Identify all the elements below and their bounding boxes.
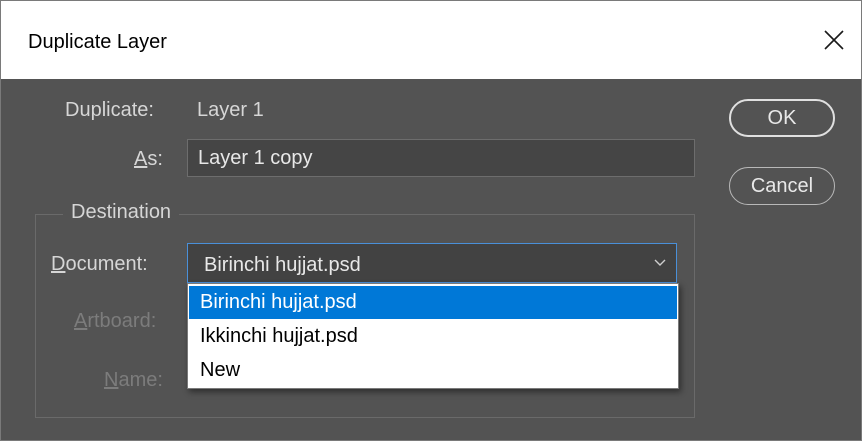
document-option-birinchi[interactable]: Birinchi hujjat.psd (189, 286, 677, 319)
document-option-ikkinchi[interactable]: Ikkinchi hujjat.psd (189, 320, 677, 353)
close-icon (824, 30, 844, 50)
name-label: Name: (104, 369, 163, 391)
close-button[interactable] (811, 17, 857, 63)
dialog-title: Duplicate Layer (28, 31, 167, 53)
document-select[interactable]: Birinchi hujjat.psd (187, 243, 677, 283)
duplicate-label: Duplicate: (65, 99, 154, 121)
duplicate-layer-dialog: Duplicate Layer Duplicate: Layer 1 As: O… (0, 0, 862, 441)
destination-title: Destination (63, 201, 180, 224)
document-select-value: Birinchi hujjat.psd (204, 254, 361, 276)
chevron-down-icon (654, 259, 666, 266)
artboard-label: Artboard: (74, 310, 157, 332)
as-name-input[interactable] (187, 139, 695, 177)
document-label: Document: (51, 253, 148, 275)
document-dropdown-list: Birinchi hujjat.psd Ikkinchi hujjat.psd … (187, 283, 679, 389)
ok-button[interactable]: OK (729, 99, 835, 137)
duplicate-value: Layer 1 (197, 99, 264, 121)
cancel-button[interactable]: Cancel (729, 167, 835, 205)
as-label: As: (134, 148, 163, 170)
document-option-new[interactable]: New (189, 354, 677, 387)
title-bar: Duplicate Layer (1, 1, 861, 79)
